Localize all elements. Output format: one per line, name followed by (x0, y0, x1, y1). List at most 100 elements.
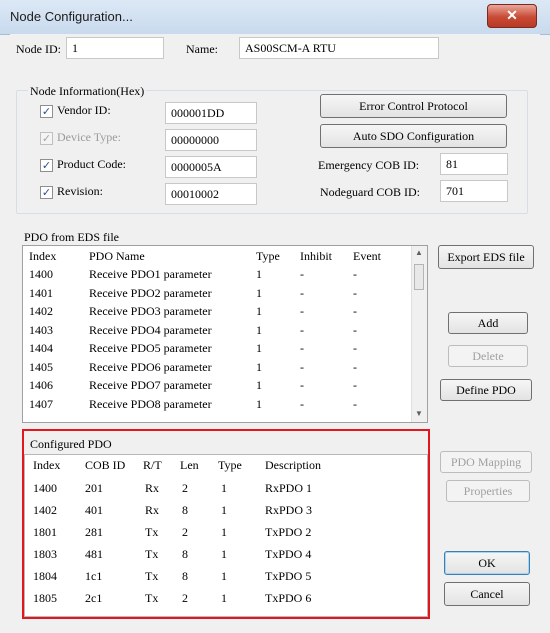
cell-event: - (353, 396, 357, 411)
revision-label: Revision: (57, 184, 104, 198)
emergency-cob-label: Emergency COB ID: (318, 158, 420, 172)
pdo-eds-header: Index PDO Name Type Inhibit Event (23, 246, 413, 264)
configured-pdo-list[interactable]: Index COB ID R/T Len Type Description 14… (24, 454, 428, 617)
cell-rt: Rx (145, 481, 160, 495)
add-button[interactable]: Add (448, 312, 528, 334)
product-code-label: Product Code: (57, 157, 126, 171)
pdo-eds-label: PDO from EDS file (24, 230, 119, 244)
window-title: Node Configuration... (10, 9, 133, 24)
list-item[interactable]: 1404 Receive PDO5 parameter 1 - - (23, 339, 409, 357)
cell-index: 1405 (29, 359, 53, 374)
cell-description: TxPDO 2 (265, 525, 312, 539)
table-row[interactable]: 1400 201 Rx 2 1 RxPDO 1 (25, 479, 425, 497)
ok-button[interactable]: OK (444, 551, 530, 575)
cell-type: 1 (256, 267, 262, 281)
title-bar: Node Configuration... ✕ (0, 0, 550, 35)
cell-description: RxPDO 1 (265, 481, 313, 495)
device-type-value: 00000000 (171, 133, 219, 147)
list-item[interactable]: 1406 Receive PDO7 parameter 1 - - (23, 376, 409, 394)
cell-pdo-name: Receive PDO6 parameter (89, 359, 212, 374)
table-row[interactable]: 1803 481 Tx 8 1 TxPDO 4 (25, 545, 425, 563)
cell-description: TxPDO 4 (265, 547, 312, 561)
list-item[interactable]: 1403 Receive PDO4 parameter 1 - - (23, 321, 409, 339)
column-header-len[interactable]: Len (180, 458, 199, 473)
column-header-inhibit[interactable]: Inhibit (300, 249, 332, 264)
list-item[interactable]: 1400 Receive PDO1 parameter 1 - - (23, 265, 409, 283)
cell-cob-id: 281 (85, 525, 103, 539)
list-item[interactable]: 1405 Receive PDO6 parameter 1 - - (23, 358, 409, 376)
column-header-type[interactable]: Type (256, 249, 280, 264)
delete-button[interactable]: Delete (448, 345, 528, 367)
cell-inhibit: - (300, 285, 304, 300)
scrollbar-thumb[interactable] (414, 264, 424, 290)
cell-pdo-name: Receive PDO2 parameter (89, 285, 212, 300)
export-eds-file-button[interactable]: Export EDS file (438, 245, 534, 269)
cell-cob-id: 2c1 (85, 591, 103, 605)
column-header-pdo-name[interactable]: PDO Name (89, 249, 145, 264)
product-code-checkbox[interactable]: ✓ (40, 159, 53, 172)
vendor-id-label: Vendor ID: (57, 103, 111, 117)
name-value: AS00SCM-A RTU (245, 41, 336, 55)
column-header-cob-id[interactable]: COB ID (85, 458, 125, 473)
cell-type: 1 (256, 341, 262, 355)
cell-len: 8 (182, 547, 188, 561)
column-header-type[interactable]: Type (218, 458, 242, 473)
cell-len: 8 (182, 503, 188, 517)
cell-inhibit: - (300, 378, 304, 392)
cell-pdo-name: Receive PDO1 parameter (89, 267, 212, 281)
column-header-rt[interactable]: R/T (143, 458, 162, 473)
close-button[interactable]: ✕ (487, 4, 537, 28)
cancel-button[interactable]: Cancel (444, 582, 530, 606)
scroll-down-icon[interactable]: ▼ (415, 409, 423, 418)
device-type-label: Device Type: (57, 130, 121, 144)
list-item[interactable]: 1401 Receive PDO2 parameter 1 - - (23, 284, 409, 302)
device-type-field: 00000000 (165, 129, 257, 151)
column-header-index[interactable]: Index (29, 249, 56, 264)
define-pdo-button[interactable]: Define PDO (440, 379, 532, 401)
column-header-index[interactable]: Index (33, 458, 60, 473)
revision-value: 00010002 (171, 187, 219, 201)
emergency-cob-field: 81 (440, 153, 508, 175)
table-row[interactable]: 1801 281 Tx 2 1 TxPDO 2 (25, 523, 425, 541)
name-field[interactable]: AS00SCM-A RTU (239, 37, 439, 59)
table-row[interactable]: 1804 1c1 Tx 8 1 TxPDO 5 (25, 567, 425, 585)
cell-pdo-name: Receive PDO5 parameter (89, 341, 212, 355)
error-control-protocol-button[interactable]: Error Control Protocol (320, 94, 507, 118)
pdo-mapping-button[interactable]: PDO Mapping (440, 451, 532, 473)
cell-cob-id: 401 (85, 503, 103, 517)
cell-index: 1404 (29, 341, 53, 355)
cell-len: 2 (182, 591, 188, 605)
cell-type: 1 (221, 547, 227, 561)
revision-checkbox[interactable]: ✓ (40, 186, 53, 199)
node-id-field[interactable]: 1 (66, 37, 164, 59)
nodeguard-cob-field: 701 (440, 180, 508, 202)
cell-event: - (353, 285, 357, 300)
column-header-description[interactable]: Description (265, 458, 321, 473)
cell-type: 1 (256, 285, 262, 300)
node-info-group-label: Node Information(Hex) (28, 84, 147, 99)
pdo-eds-scrollbar[interactable]: ▲ ▼ (411, 246, 427, 422)
cell-index: 1801 (33, 525, 57, 539)
cell-inhibit: - (300, 359, 304, 374)
cell-type: 1 (256, 359, 262, 374)
auto-sdo-configuration-button[interactable]: Auto SDO Configuration (320, 124, 507, 148)
cell-event: - (353, 304, 357, 318)
revision-field: 00010002 (165, 183, 257, 205)
name-label: Name: (186, 42, 218, 56)
configured-pdo-header: Index COB ID R/T Len Type Description (25, 455, 425, 473)
cell-rt: Tx (145, 569, 159, 583)
list-item[interactable]: 1402 Receive PDO3 parameter 1 - - (23, 302, 409, 320)
table-row[interactable]: 1805 2c1 Tx 2 1 TxPDO 6 (25, 589, 425, 607)
vendor-id-checkbox[interactable]: ✓ (40, 105, 53, 118)
list-item[interactable]: 1407 Receive PDO8 parameter 1 - - (23, 395, 409, 413)
cell-len: 2 (182, 481, 188, 495)
cell-inhibit: - (300, 267, 304, 281)
close-icon: ✕ (506, 7, 518, 23)
pdo-eds-list[interactable]: Index PDO Name Type Inhibit Event 1400 Re… (22, 245, 428, 423)
properties-button[interactable]: Properties (446, 480, 530, 502)
nodeguard-cob-label: Nodeguard COB ID: (320, 185, 420, 199)
column-header-event[interactable]: Event (353, 249, 381, 264)
scroll-up-icon[interactable]: ▲ (415, 248, 423, 257)
table-row[interactable]: 1402 401 Rx 8 1 RxPDO 3 (25, 501, 425, 519)
cell-inhibit: - (300, 304, 304, 318)
